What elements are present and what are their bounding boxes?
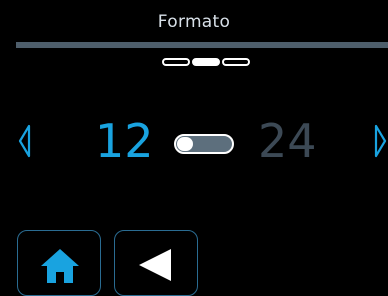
page-dot-2 — [192, 58, 220, 66]
back-triangle-icon — [139, 249, 171, 281]
format-option-12[interactable]: 12 — [95, 116, 154, 166]
home-button[interactable] — [17, 230, 101, 296]
home-icon — [41, 249, 79, 283]
page-dot-1 — [162, 58, 190, 66]
page-dot-3 — [222, 58, 250, 66]
next-option-button[interactable] — [374, 124, 388, 162]
title-underline — [16, 42, 388, 48]
page-indicator — [162, 58, 250, 66]
page-title: Formato — [157, 12, 231, 32]
toggle-knob — [177, 137, 193, 151]
format-option-24[interactable]: 24 — [258, 116, 317, 166]
back-button[interactable] — [114, 230, 198, 296]
chevron-left-icon — [18, 124, 31, 158]
prev-option-button[interactable] — [17, 124, 31, 162]
format-toggle[interactable] — [174, 134, 234, 154]
chevron-right-icon — [374, 124, 387, 158]
